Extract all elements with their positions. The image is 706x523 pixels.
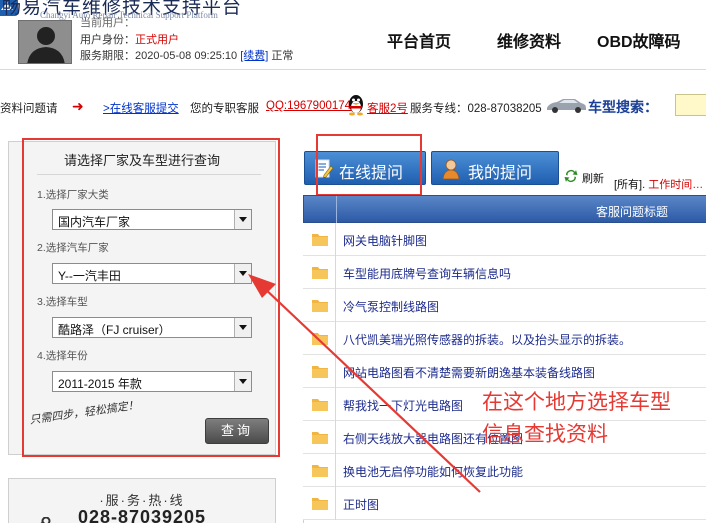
- folder-icon: [312, 465, 328, 477]
- qq-support-2-link[interactable]: 客服2号: [367, 100, 408, 116]
- question-title[interactable]: 网关电脑针脚图: [343, 232, 427, 249]
- question-row[interactable]: 八代凯美瑞光照传感器的拆装。以及抬头显示的拆装。: [303, 322, 706, 355]
- nav-obd-codes[interactable]: OBD故障码: [597, 28, 681, 52]
- question-row[interactable]: 换电池无启停功能如何恢复此功能: [303, 454, 706, 487]
- folder-icon: [312, 432, 328, 444]
- avatar: [18, 20, 72, 64]
- question-title[interactable]: 车型能用底牌号查询车辆信息吗: [343, 265, 511, 282]
- expiry-value: 2020-05-08 09:25:10: [135, 50, 238, 62]
- question-title[interactable]: 正时图: [343, 496, 379, 513]
- question-row[interactable]: 车型能用底牌号查询车辆信息吗: [303, 256, 706, 289]
- question-row[interactable]: 冷气泵控制线路图: [303, 289, 706, 322]
- user-icon: [442, 159, 460, 180]
- identity-value: 正式用户: [135, 34, 179, 46]
- notice-prefix: 资料问题请: [0, 103, 58, 115]
- row-separator: [335, 454, 336, 487]
- folder-icon: [312, 366, 328, 378]
- service-hotline-text: 服务专线：028-87038205: [410, 103, 542, 115]
- refresh-icon[interactable]: [563, 168, 579, 184]
- row-separator: [335, 421, 336, 454]
- header-separator: [336, 196, 337, 224]
- folder-icon: [312, 333, 328, 345]
- folder-icon: [312, 498, 328, 510]
- nav-repair-data[interactable]: 维修资料: [497, 28, 561, 52]
- notice-dedicated-support: 您的专职客服: [190, 103, 259, 115]
- question-row[interactable]: 网关电脑针脚图: [303, 223, 706, 256]
- account-status: 正常: [271, 50, 294, 62]
- folder-icon: [312, 300, 328, 312]
- my-questions-label: 我的提问: [468, 165, 533, 182]
- expiry-line: 服务期限：2020-05-08 09:25:10 [续费] 正常: [80, 47, 293, 63]
- qq-penguin-icon[interactable]: [347, 92, 365, 116]
- column-title: 客服问题标题: [596, 205, 669, 219]
- user-silhouette-icon: [19, 21, 71, 63]
- annotation-highlight-box: [22, 138, 280, 457]
- annotation-text-line-1: 在这个地方选择车型: [482, 390, 671, 414]
- folder-icon: [312, 267, 328, 279]
- filter-work-hours[interactable]: 工作时间…: [648, 179, 703, 191]
- current-user-line: 当前用户：: [80, 14, 135, 30]
- expiry-label: 服务期限：: [80, 50, 135, 62]
- identity-line: 用户身份：正式用户: [80, 31, 179, 47]
- identity-label: 用户身份：: [80, 34, 135, 46]
- row-separator: [335, 289, 336, 322]
- car-model-search-input[interactable]: [675, 94, 706, 116]
- row-separator: [335, 322, 336, 355]
- service-hotline-number: 028-87039205: [77, 507, 207, 523]
- current-user-label: 当前用户：: [80, 17, 135, 29]
- filter-all[interactable]: [所有].: [614, 179, 645, 191]
- header: 畅易汽车维修技术支持平台 Changyi Auto Repair Technic…: [0, 0, 706, 70]
- notice-bar: 资料问题请 ➜ >在线客服提交 您的专职客服 QQ:1967900174 客服2…: [0, 90, 706, 126]
- red-arrow-icon: ➜: [72, 98, 84, 114]
- qq-support-1-link[interactable]: QQ:1967900174: [266, 100, 351, 112]
- questions-table-header: 客服问题标题: [303, 195, 706, 224]
- nav-home[interactable]: 平台首页: [387, 28, 451, 52]
- row-separator: [335, 355, 336, 388]
- online-support-link[interactable]: >在线客服提交: [103, 100, 179, 116]
- car-model-search-label: 车型搜索：: [588, 99, 658, 115]
- question-title[interactable]: 八代凯美瑞光照传感器的拆装。以及抬头显示的拆装。: [343, 331, 631, 348]
- renew-link[interactable]: [续费]: [240, 50, 268, 62]
- row-separator: [335, 388, 336, 421]
- row-separator: [335, 487, 336, 520]
- refresh-label[interactable]: 刷新: [582, 170, 604, 186]
- row-separator: [335, 256, 336, 289]
- annotation-text-line-2: 信息查找资料: [482, 422, 608, 446]
- question-row[interactable]: 正时图: [303, 487, 706, 520]
- service-hotline-box: ·服·务·热·线 028-87039205: [8, 478, 276, 523]
- folder-icon: [312, 234, 328, 246]
- filter-options: [所有]. 工作时间…: [614, 176, 703, 192]
- question-row[interactable]: 网站电路图看不清楚需要新朗逸基本装备线路图: [303, 355, 706, 388]
- question-title[interactable]: 帮我找一下灯光电路图: [343, 397, 463, 414]
- question-title[interactable]: 网站电路图看不清楚需要新朗逸基本装备线路图: [343, 364, 595, 381]
- annotation-highlight-box-2: [316, 134, 422, 196]
- question-title[interactable]: 冷气泵控制线路图: [343, 298, 439, 315]
- car-icon: [547, 99, 586, 113]
- my-questions-button[interactable]: 我的提问: [431, 151, 559, 185]
- folder-icon: [312, 399, 328, 411]
- question-title[interactable]: 换电池无启停功能如何恢复此功能: [343, 463, 523, 480]
- row-separator: [335, 223, 336, 256]
